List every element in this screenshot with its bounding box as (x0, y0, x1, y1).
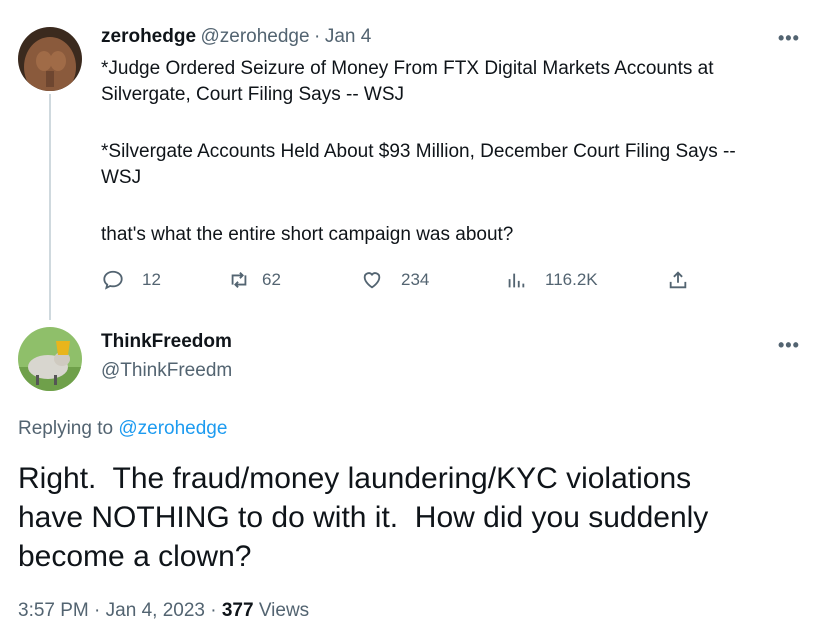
reply-button[interactable]: 12 (102, 268, 161, 292)
avatar-thinkfreedom[interactable] (18, 327, 82, 391)
share-button[interactable] (667, 268, 707, 292)
author-handle[interactable]: @ThinkFreedm (101, 360, 232, 382)
retweet-button[interactable]: 62 (228, 268, 281, 292)
author-name[interactable]: ThinkFreedom (101, 331, 232, 353)
views-count: 377 (221, 600, 254, 621)
avatar-image (18, 327, 82, 391)
share-icon (669, 271, 687, 289)
retweet-count: 62 (262, 270, 281, 289)
analytics-icon (508, 273, 525, 288)
replying-prefix: Replying to (18, 418, 114, 439)
tweet1-line-4: WSJ (101, 167, 142, 188)
reply-icon (103, 270, 123, 290)
reply-count: 12 (142, 270, 161, 289)
separator: · (314, 26, 321, 47)
replying-to: Replying to @zerohedge (18, 418, 227, 440)
tweet1-header: zerohedge @zerohedge · Jan 4 (101, 26, 371, 48)
reply-line-3: become a clown? (18, 540, 252, 573)
views-count: 116.2K (545, 270, 598, 289)
tweet1-line-3: *Silvergate Accounts Held About $93 Mill… (101, 141, 736, 162)
thread-line (49, 94, 51, 320)
tweet-time[interactable]: 3:57 PM (18, 600, 89, 621)
author-handle[interactable]: @zerohedge (200, 26, 309, 47)
tweet1-line-2: Silvergate, Court Filing Says -- WSJ (101, 84, 405, 105)
replying-handle-link[interactable]: @zerohedge (118, 418, 227, 439)
tweet-meta: 3:57 PM · Jan 4, 2023 · 377 Views (18, 600, 309, 622)
more-options-icon[interactable]: ••• (778, 335, 800, 356)
avatar-image (18, 27, 82, 91)
like-count: 234 (401, 270, 430, 289)
like-button[interactable]: 234 (361, 268, 429, 292)
tweet1-line-5: that's what the entire short campaign wa… (101, 224, 514, 245)
more-options-icon[interactable]: ••• (778, 28, 800, 49)
meta-dot: · (94, 600, 101, 621)
retweet-icon (231, 272, 247, 288)
heart-icon (363, 272, 381, 289)
tweet-date[interactable]: Jan 4 (325, 26, 371, 47)
reply-line-1: Right. The fraud/money laundering/KYC vi… (18, 462, 692, 495)
views-label: Views (258, 600, 310, 621)
tweet1-line-1: *Judge Ordered Seizure of Money From FTX… (101, 58, 714, 79)
views-button[interactable]: 116.2K (505, 268, 598, 292)
meta-dot: · (210, 600, 217, 621)
tweet-date[interactable]: Jan 4, 2023 (106, 600, 205, 621)
reply-line-2: have NOTHING to do with it. How did you … (18, 501, 709, 534)
author-name[interactable]: zerohedge (101, 26, 196, 47)
avatar-zerohedge[interactable] (18, 27, 82, 91)
